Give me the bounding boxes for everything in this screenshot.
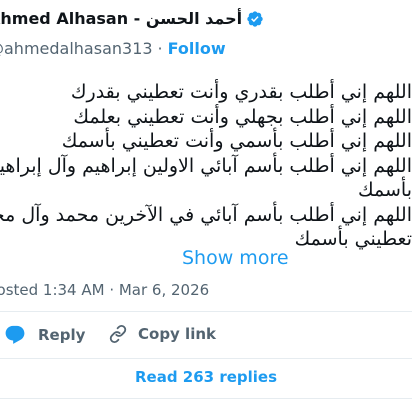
- action-bar: Reply Copy link: [0, 324, 412, 354]
- author-name[interactable]: Ahmed Alhasan - أحمد الحسن: [0, 8, 242, 30]
- read-replies-button[interactable]: Read 263 replies: [0, 368, 412, 386]
- divider: [0, 311, 412, 312]
- copy-link-label: Copy link: [138, 325, 216, 343]
- tweet-timestamp[interactable]: Posted 1:34 AM · Mar 6, 2026: [0, 281, 209, 299]
- separator-dot: ·: [157, 39, 163, 58]
- tweet-text: اللهم إني أطلب بقدري وأنت تعطيني بقدرك ا…: [0, 80, 412, 252]
- author-name-row[interactable]: Ahmed Alhasan - أحمد الحسن: [0, 8, 264, 30]
- author-handle-row: @ahmedalhasan313 · Follow: [0, 38, 226, 60]
- tweet-header: Ahmed Alhasan - أحمد الحسن @ahmedalhasan…: [0, 8, 412, 58]
- copy-link-button[interactable]: Copy link: [108, 324, 216, 344]
- divider: [0, 398, 412, 399]
- tweet-line-6: اللهم إني أطلب بأسم آبائي في الآخرين محم…: [0, 203, 412, 226]
- reply-icon: [4, 324, 26, 346]
- tweet-line-2: اللهم إني أطلب بجهلي وأنت تعطيني بعلمك: [73, 105, 412, 128]
- verified-badge-icon: [246, 10, 264, 28]
- tweet-card: Ahmed Alhasan - أحمد الحسن @ahmedalhasan…: [0, 0, 412, 412]
- reply-button[interactable]: Reply: [4, 324, 85, 346]
- follow-button[interactable]: Follow: [168, 38, 226, 60]
- reply-label: Reply: [38, 326, 86, 344]
- link-icon: [108, 324, 128, 344]
- tweet-line-1: اللهم إني أطلب بقدري وأنت تعطيني بقدرك: [70, 81, 412, 103]
- tweet-line-5: بأسمك: [358, 179, 412, 201]
- show-more-link[interactable]: Show more: [182, 247, 289, 269]
- tweet-line-3: اللهم إني أطلب بأسمي وأنت تعطيني بأسمك: [61, 130, 412, 152]
- divider: [0, 358, 412, 359]
- author-handle[interactable]: @ahmedalhasan313: [0, 38, 153, 60]
- tweet-line-4: اللهم إني أطلب بأسم آبائي الاولين إبراهي…: [0, 154, 412, 177]
